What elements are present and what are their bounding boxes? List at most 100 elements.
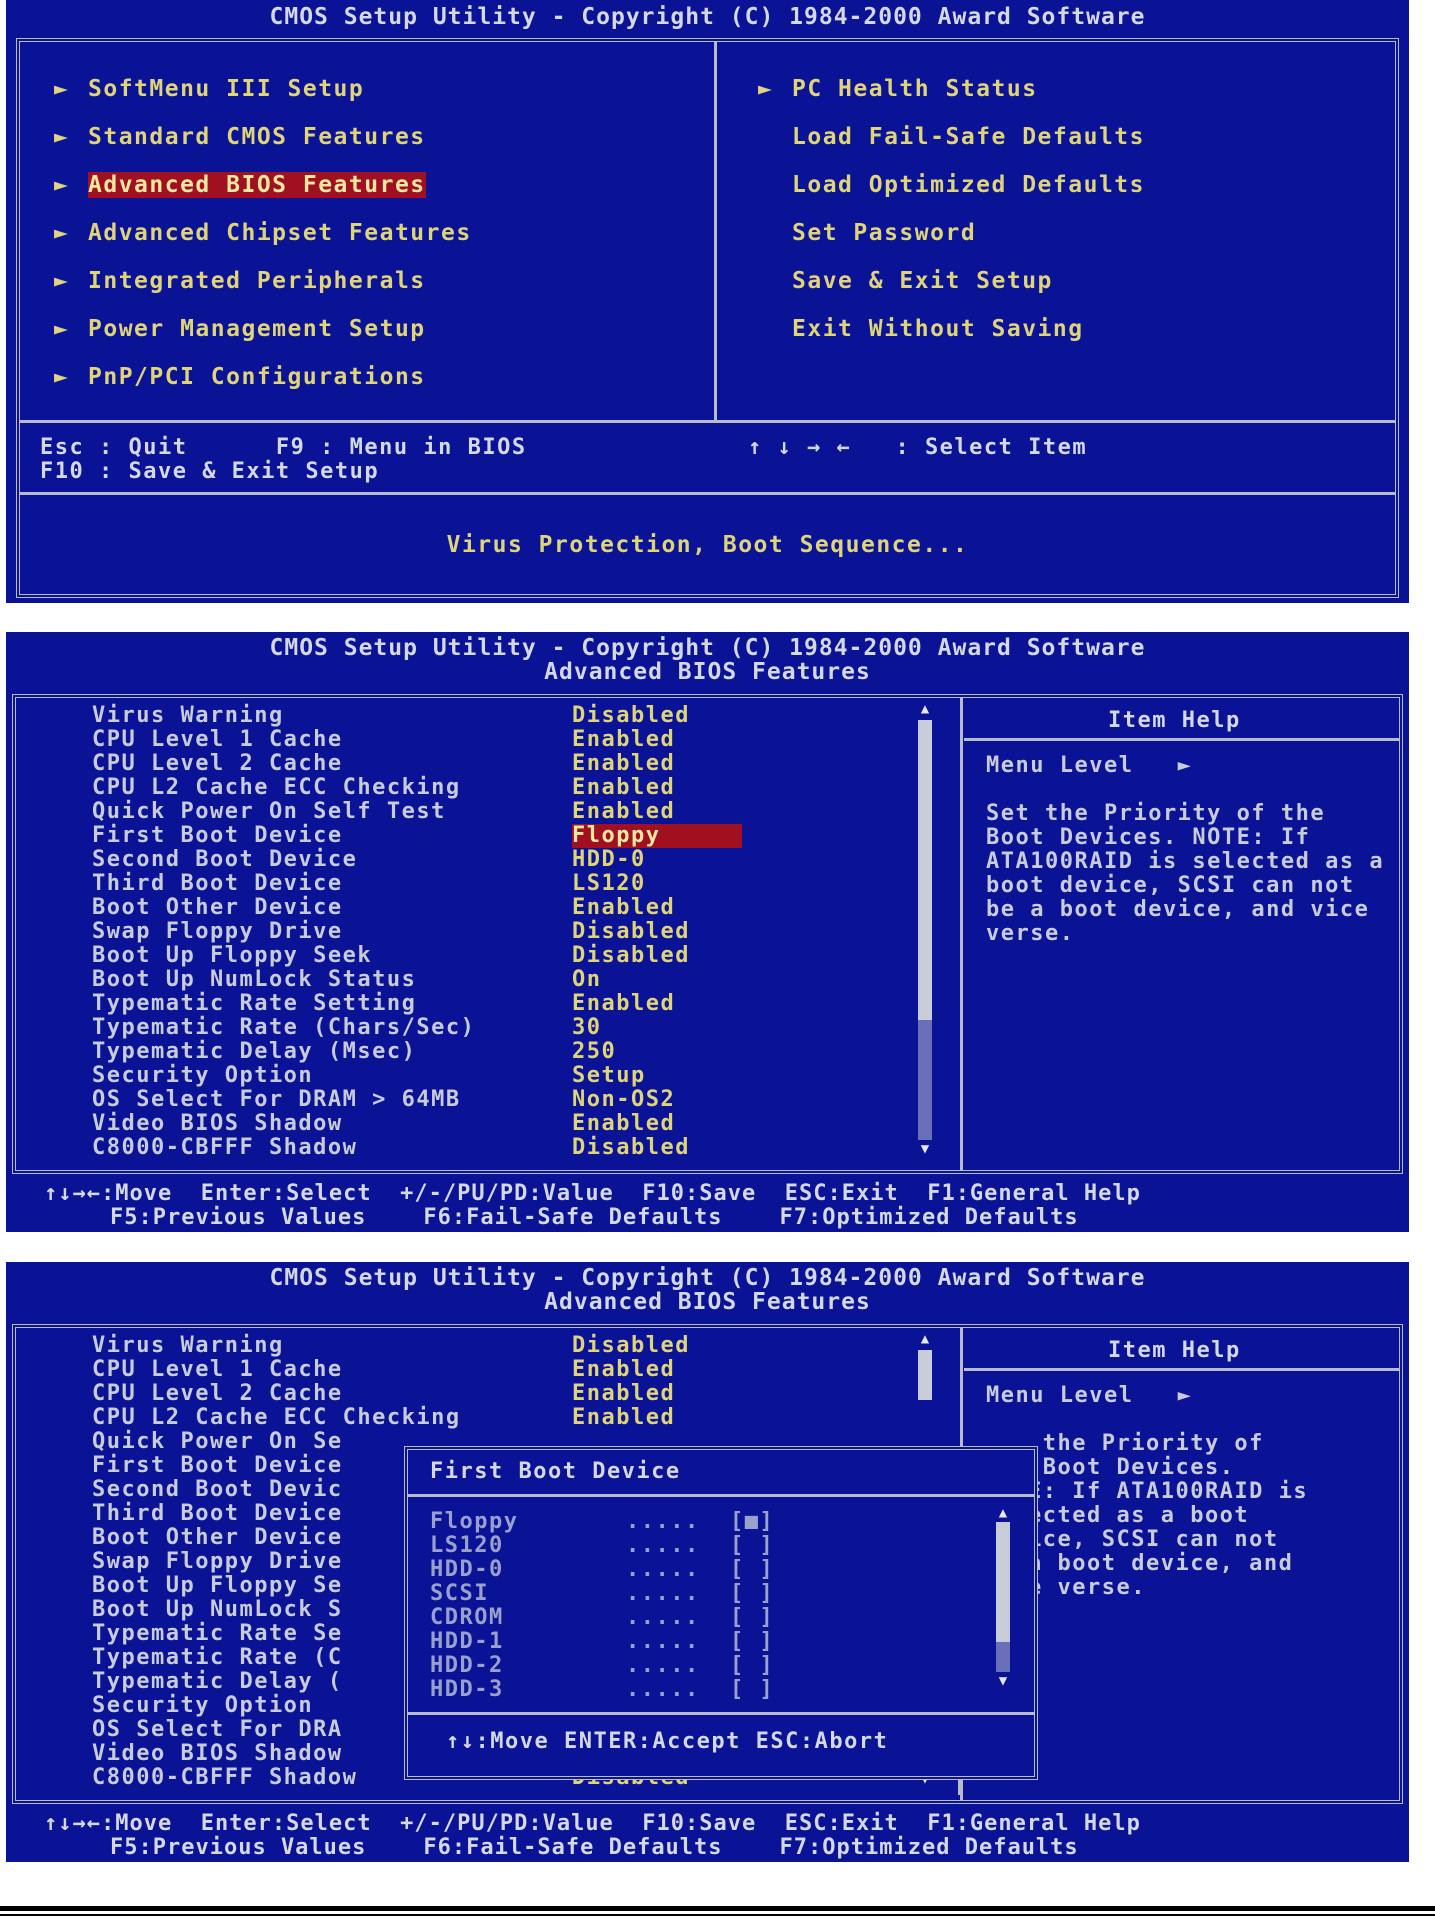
screen1-divider-status bbox=[20, 492, 1395, 495]
setting-row[interactable]: Video BIOS Shadow Enabled bbox=[92, 1112, 892, 1136]
setting-row[interactable]: First Boot Device Floppy bbox=[92, 824, 892, 848]
setting-value[interactable]: Enabled bbox=[572, 1358, 675, 1382]
setting-row[interactable]: OS Select For DRAM > 64MB Non-OS2 bbox=[92, 1088, 892, 1112]
setting-name: First Boot Device bbox=[92, 1453, 343, 1478]
setting-row-truncated[interactable]: Typematic Delay ( bbox=[92, 1670, 412, 1694]
right-menu-item[interactable]: ► PC Health Status bbox=[758, 76, 1038, 102]
setting-row[interactable]: Second Boot Device HDD-0 bbox=[92, 848, 892, 872]
popup-option-checkbox[interactable]: [ ] bbox=[730, 1606, 774, 1630]
setting-value[interactable]: 250 bbox=[572, 1040, 616, 1064]
popup-option-checkbox[interactable]: [ ] bbox=[730, 1558, 774, 1582]
setting-value[interactable]: Enabled bbox=[572, 776, 675, 800]
setting-row[interactable]: CPU Level 2 Cache Enabled bbox=[92, 752, 892, 776]
popup-option-checkbox[interactable]: [ ] bbox=[730, 1654, 774, 1678]
setting-row[interactable]: CPU L2 Cache ECC Checking Enabled bbox=[92, 776, 892, 800]
popup-scroll-up-icon[interactable]: ▲ bbox=[996, 1506, 1010, 1520]
setting-row[interactable]: CPU Level 1 Cache Enabled bbox=[92, 728, 892, 752]
scroll-down-icon[interactable]: ▼ bbox=[918, 1142, 932, 1156]
setting-name: Second Boot Devic bbox=[92, 1477, 343, 1502]
setting-value[interactable]: Enabled bbox=[572, 752, 675, 776]
setting-row-truncated[interactable]: Boot Other Device bbox=[92, 1526, 412, 1550]
setting-row[interactable]: Virus Warning Disabled bbox=[92, 1334, 892, 1358]
scrollbar-thumb[interactable] bbox=[918, 1350, 932, 1400]
popup-scrollbar-thumb[interactable] bbox=[996, 1522, 1010, 1642]
setting-value[interactable]: LS120 bbox=[572, 872, 646, 896]
setting-row-truncated[interactable]: Typematic Rate (C bbox=[92, 1646, 412, 1670]
setting-row[interactable]: Typematic Delay (Msec) 250 bbox=[92, 1040, 892, 1064]
setting-row[interactable]: Typematic Rate (Chars/Sec) 30 bbox=[92, 1016, 892, 1040]
popup-scroll-down-icon[interactable]: ▼ bbox=[996, 1674, 1010, 1688]
setting-row[interactable]: C8000-CBFFF Shadow Disabled bbox=[92, 1136, 892, 1160]
setting-value[interactable]: Disabled bbox=[572, 704, 690, 728]
setting-row-truncated[interactable]: Boot Up Floppy Se bbox=[92, 1574, 412, 1598]
setting-row[interactable]: Boot Up NumLock Status On bbox=[92, 968, 892, 992]
setting-value[interactable]: Disabled bbox=[572, 944, 690, 968]
setting-value[interactable]: Enabled bbox=[572, 1112, 675, 1136]
setting-row-truncated[interactable]: Swap Floppy Drive bbox=[92, 1550, 412, 1574]
setting-name: Typematic Rate (C bbox=[92, 1645, 343, 1670]
setting-row[interactable]: Typematic Rate Setting Enabled bbox=[92, 992, 892, 1016]
setting-row[interactable]: Quick Power On Self Test Enabled bbox=[92, 800, 892, 824]
setting-row-truncated[interactable]: Boot Up NumLock S bbox=[92, 1598, 412, 1622]
popup-option-label: SCSI bbox=[430, 1581, 489, 1606]
setting-row-truncated[interactable]: OS Select For DRA bbox=[92, 1718, 412, 1742]
setting-row[interactable]: CPU Level 2 Cache Enabled bbox=[92, 1382, 892, 1406]
setting-value[interactable]: Disabled bbox=[572, 1334, 690, 1358]
right-menu-item[interactable]: Load Fail-Safe Defaults bbox=[758, 124, 1145, 150]
help-text-line: ected as a boot bbox=[1028, 1503, 1250, 1528]
setting-row[interactable]: Third Boot Device LS120 bbox=[92, 872, 892, 896]
setting-value[interactable]: HDD-0 bbox=[572, 848, 646, 872]
setting-value[interactable]: Setup bbox=[572, 1064, 646, 1088]
left-menu-item-label: Standard CMOS Features bbox=[88, 124, 426, 150]
setting-value[interactable]: On bbox=[572, 968, 602, 992]
left-menu-item[interactable]: ► Standard CMOS Features bbox=[54, 124, 426, 150]
setting-row-truncated[interactable]: Third Boot Device bbox=[92, 1502, 412, 1526]
setting-row[interactable]: Swap Floppy Drive Disabled bbox=[92, 920, 892, 944]
right-menu-item[interactable]: Save & Exit Setup bbox=[758, 268, 1053, 294]
setting-row[interactable]: Security Option Setup bbox=[92, 1064, 892, 1088]
first-boot-device-popup: First Boot Device Floppy..... [■] LS120...… bbox=[404, 1446, 1038, 1780]
right-menu-item[interactable]: Set Password bbox=[758, 220, 976, 246]
setting-value[interactable]: Non-OS2 bbox=[572, 1088, 675, 1112]
setting-value[interactable]: Disabled bbox=[572, 920, 690, 944]
setting-row-truncated[interactable]: Second Boot Devic bbox=[92, 1478, 412, 1502]
setting-row-truncated[interactable]: First Boot Device bbox=[92, 1454, 412, 1478]
setting-value[interactable]: Enabled bbox=[572, 992, 675, 1016]
setting-value[interactable]: Enabled bbox=[572, 1406, 675, 1430]
scroll-up-icon[interactable]: ▲ bbox=[918, 1332, 932, 1346]
popup-option-checkbox[interactable]: [ ] bbox=[730, 1630, 774, 1654]
setting-value[interactable]: Enabled bbox=[572, 800, 675, 824]
setting-value[interactable]: Floppy bbox=[572, 824, 742, 848]
setting-value[interactable]: Enabled bbox=[572, 896, 675, 920]
popup-option-checkbox[interactable]: [■] bbox=[730, 1510, 774, 1534]
popup-option-checkbox[interactable]: [ ] bbox=[730, 1678, 774, 1702]
setting-value[interactable]: Disabled bbox=[572, 1136, 690, 1160]
scroll-up-icon[interactable]: ▲ bbox=[918, 702, 932, 716]
setting-row-truncated[interactable]: Video BIOS Shadow bbox=[92, 1742, 412, 1766]
setting-row[interactable]: Boot Other Device Enabled bbox=[92, 896, 892, 920]
left-menu-item[interactable]: ► Advanced BIOS Features bbox=[54, 172, 426, 198]
setting-value[interactable]: Enabled bbox=[572, 728, 675, 752]
scrollbar-thumb[interactable] bbox=[918, 720, 932, 1020]
left-menu-item[interactable]: ► Power Management Setup bbox=[54, 316, 426, 342]
setting-row-truncated[interactable]: Security Option bbox=[92, 1694, 412, 1718]
setting-row[interactable]: CPU Level 1 Cache Enabled bbox=[92, 1358, 892, 1382]
setting-row-truncated[interactable]: Quick Power On Se bbox=[92, 1430, 412, 1454]
right-menu-item[interactable]: Load Optimized Defaults bbox=[758, 172, 1145, 198]
setting-row-truncated[interactable]: Typematic Rate Se bbox=[92, 1622, 412, 1646]
footer-keys-line1-right: ↑ ↓ → ← : Select Item bbox=[748, 435, 1088, 460]
left-menu-item[interactable]: ► SoftMenu III Setup bbox=[54, 76, 364, 102]
setting-row[interactable]: Boot Up Floppy Seek Disabled bbox=[92, 944, 892, 968]
setting-value[interactable]: Enabled bbox=[572, 1382, 675, 1406]
setting-value[interactable]: 30 bbox=[572, 1016, 602, 1040]
setting-row[interactable]: CPU L2 Cache ECC Checking Enabled bbox=[92, 1406, 892, 1430]
setting-row[interactable]: Virus Warning Disabled bbox=[92, 704, 892, 728]
left-menu-item[interactable]: ► PnP/PCI Configurations bbox=[54, 364, 426, 390]
popup-option-checkbox[interactable]: [ ] bbox=[730, 1534, 774, 1558]
right-menu-item[interactable]: Exit Without Saving bbox=[758, 316, 1084, 342]
left-menu-item[interactable]: ► Advanced Chipset Features bbox=[54, 220, 472, 246]
left-menu-item[interactable]: ► Integrated Peripherals bbox=[54, 268, 426, 294]
setting-name: Swap Floppy Drive bbox=[92, 1549, 343, 1574]
popup-option-checkbox[interactable]: [ ] bbox=[730, 1582, 774, 1606]
setting-name: Quick Power On Self Test bbox=[92, 799, 446, 824]
